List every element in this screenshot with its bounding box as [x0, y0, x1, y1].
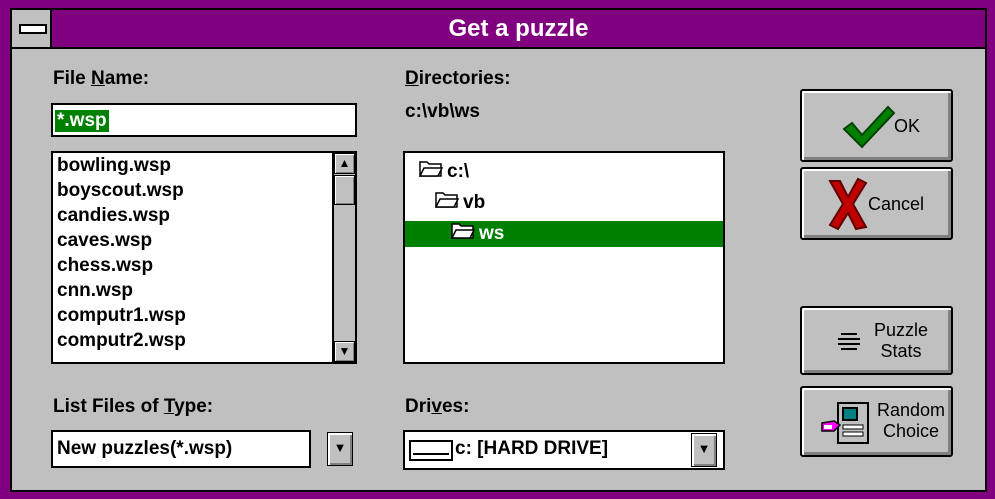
directory-item[interactable]: ws — [405, 221, 723, 247]
hard-drive-icon — [409, 440, 453, 461]
file-type-value: New puzzles(*.wsp) — [57, 438, 233, 459]
computer-icon — [821, 402, 869, 444]
cancel-button[interactable]: Cancel — [800, 167, 953, 240]
file-list-scrollbar[interactable]: ▲ ▼ — [332, 153, 355, 362]
drives-dropdown-button[interactable]: ▼ — [691, 433, 717, 467]
file-name-label: File Name: — [53, 68, 149, 90]
system-menu-button[interactable] — [12, 10, 52, 47]
drives-label-suffix: es: — [441, 396, 470, 417]
drives-label-mnemonic: v — [431, 396, 442, 417]
directories-label: Directories: — [405, 68, 511, 90]
scroll-up-button[interactable]: ▲ — [334, 153, 355, 174]
directories-label-suffix: irectories: — [418, 68, 511, 89]
folder-icon — [434, 190, 460, 216]
directory-item-label: ws — [479, 223, 505, 245]
down-arrow-icon: ▼ — [697, 441, 711, 456]
file-list-item[interactable]: candies.wsp — [53, 203, 355, 228]
file-type-label-prefix: List Files of — [53, 396, 164, 417]
current-directory-path: c:\vb\ws — [405, 101, 480, 122]
file-list-item[interactable]: computr2.wsp — [53, 328, 355, 353]
title-bar: Get a puzzle — [12, 10, 985, 49]
random-choice-label-line1: Random — [876, 400, 946, 420]
file-name-input[interactable]: *.wsp — [51, 103, 357, 137]
directory-item[interactable]: vb — [405, 190, 723, 216]
cancel-button-label: Cancel — [868, 194, 925, 214]
drives-value: c: [HARD DRIVE] — [455, 438, 609, 459]
ok-button[interactable]: OK — [800, 89, 953, 162]
down-arrow-icon: ▼ — [338, 344, 351, 358]
file-list-item[interactable]: caves.wsp — [53, 228, 355, 253]
get-puzzle-dialog: Get a puzzle File Name: *.wsp bowling.ws… — [10, 8, 987, 492]
scroll-down-button[interactable]: ▼ — [334, 341, 355, 362]
puzzle-stats-label-line2: Stats — [880, 341, 922, 361]
puzzle-stats-button[interactable]: Puzzle Stats — [800, 306, 953, 375]
folder-icon — [418, 159, 444, 185]
file-list-item[interactable]: computr1.wsp — [53, 303, 355, 328]
file-name-value: *.wsp — [55, 110, 109, 132]
drives-label-prefix: Dri — [405, 396, 432, 417]
random-choice-button[interactable]: Random Choice — [800, 386, 953, 457]
lines-icon — [838, 333, 860, 350]
window-title: Get a puzzle — [448, 15, 589, 42]
file-type-label: List Files of Type: — [53, 396, 213, 418]
down-arrow-icon: ▼ — [333, 440, 347, 455]
directory-item-label: vb — [463, 192, 486, 214]
file-list-items: bowling.wsp boyscout.wsp candies.wsp caves.… — [53, 153, 355, 353]
file-list-item[interactable]: chess.wsp — [53, 253, 355, 278]
file-type-dropdown-button[interactable]: ▼ — [327, 432, 353, 466]
file-name-label-suffix: ame: — [104, 68, 150, 89]
random-choice-label-line2: Choice — [882, 421, 940, 441]
directory-item[interactable]: c:\ — [405, 159, 723, 185]
drives-label: Drives: — [405, 396, 469, 418]
file-list-item[interactable]: bowling.wsp — [53, 153, 355, 178]
ok-button-label: OK — [894, 116, 921, 136]
file-list[interactable]: bowling.wsp boyscout.wsp candies.wsp caves.… — [51, 151, 357, 364]
directories-label-mnemonic: D — [405, 68, 419, 89]
file-list-item[interactable]: cnn.wsp — [53, 278, 355, 303]
puzzle-stats-label-line1: Puzzle — [873, 320, 929, 340]
file-list-item[interactable]: boyscout.wsp — [53, 178, 355, 203]
file-type-select[interactable]: New puzzles(*.wsp) — [51, 430, 311, 468]
file-name-label-prefix: File — [53, 68, 92, 89]
folder-icon — [450, 221, 476, 247]
system-menu-icon — [19, 24, 47, 34]
up-arrow-icon: ▲ — [338, 156, 351, 170]
x-icon — [828, 177, 868, 231]
file-name-label-mnemonic: N — [91, 68, 105, 89]
drives-select[interactable]: c: [HARD DRIVE] ▼ — [403, 430, 725, 470]
file-type-label-mnemonic: T — [163, 396, 175, 417]
directory-list[interactable]: c:\ vb ws — [403, 151, 725, 364]
directory-item-label: c:\ — [447, 161, 470, 183]
checkmark-icon — [842, 105, 896, 149]
file-type-label-suffix: ype: — [174, 396, 214, 417]
scroll-thumb[interactable] — [334, 175, 355, 205]
